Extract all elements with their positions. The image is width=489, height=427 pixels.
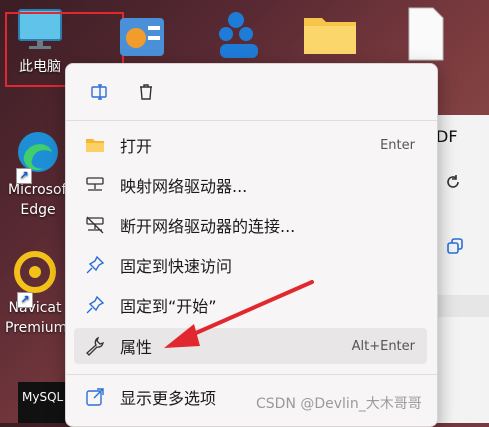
desktop-icon-file[interactable] xyxy=(405,6,447,62)
desktop-icon-navicat[interactable]: ↗ Navicat Premium xyxy=(5,248,68,338)
delete-button[interactable] xyxy=(130,76,162,108)
menu-item-label: 打开 xyxy=(120,137,153,156)
desktop-icon-app3[interactable] xyxy=(210,6,266,62)
folder-icon xyxy=(304,18,356,54)
trash-icon xyxy=(140,84,152,100)
watermark: CSDN @Devlin_大木哥哥 xyxy=(256,396,422,412)
rename-icon xyxy=(91,84,107,100)
desktop-icon-app2[interactable] xyxy=(112,10,168,62)
menu-separator xyxy=(66,120,437,121)
shortcut-text: Alt+Enter xyxy=(351,338,415,354)
network-drive-icon xyxy=(82,174,108,196)
users-icon xyxy=(219,12,258,58)
network-drive-disconnect-icon xyxy=(82,214,108,236)
menu-separator xyxy=(66,374,437,375)
context-menu: 打开 Enter 映射网络驱动器... 断开网络驱动器的连接... 固定到快速访… xyxy=(65,63,438,427)
menu-item-label: 映射网络驱动器... xyxy=(120,177,248,196)
refresh-icon[interactable] xyxy=(444,173,462,191)
copy-icon[interactable] xyxy=(446,237,464,255)
shortcut-arrow-icon: ↗ xyxy=(17,292,33,308)
pin-icon xyxy=(82,254,108,276)
navicat-icon xyxy=(14,251,56,293)
annotation-arrow xyxy=(164,280,314,348)
shortcut-arrow-icon: ↗ xyxy=(16,168,32,184)
shortcut-text: Enter xyxy=(380,137,415,153)
folder-icon xyxy=(82,134,108,156)
menu-item-open[interactable]: 打开 Enter xyxy=(74,127,427,163)
window-title-fragment: DF xyxy=(436,127,458,146)
menu-item-disconnect-network-drive[interactable]: 断开网络驱动器的连接... xyxy=(74,207,427,243)
pin-icon xyxy=(82,294,108,316)
document-icon xyxy=(408,7,444,61)
presentation-icon xyxy=(120,18,164,56)
rename-button[interactable] xyxy=(84,76,116,108)
menu-toolbar xyxy=(84,76,162,108)
open-external-icon xyxy=(82,386,108,408)
menu-item-label: 断开网络驱动器的连接... xyxy=(120,217,296,236)
desktop-icon-mysql[interactable]: MySQL xyxy=(18,382,68,423)
desktop-icon-edge[interactable]: ↗ Microsoft Edge xyxy=(8,128,72,220)
menu-item-label: 显示更多选项 xyxy=(120,389,217,408)
menu-item-map-network-drive[interactable]: 映射网络驱动器... xyxy=(74,167,427,203)
edge-label: Microsoft Edge xyxy=(8,182,72,218)
desktop-icon-folder[interactable] xyxy=(300,10,360,58)
wrench-icon xyxy=(82,335,108,357)
mysql-label: MySQL xyxy=(22,390,64,404)
menu-item-label: 属性 xyxy=(120,338,153,357)
navicat-label: Navicat Premium xyxy=(5,300,68,336)
